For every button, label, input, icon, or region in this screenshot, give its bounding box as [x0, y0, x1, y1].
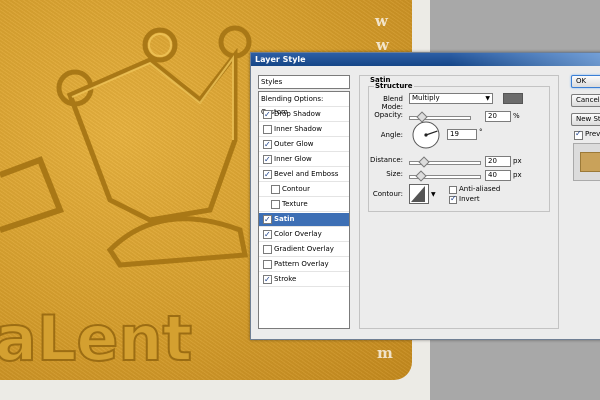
opacity-unit: % [513, 112, 520, 120]
style-item-checkbox[interactable] [271, 200, 280, 209]
ok-button[interactable]: OK [571, 75, 600, 88]
style-item[interactable]: Contour [259, 183, 349, 197]
style-item-checkbox[interactable] [263, 153, 272, 166]
size-unit: px [513, 171, 522, 179]
style-item-checkbox[interactable] [263, 260, 272, 269]
styles-header[interactable]: Styles [258, 75, 350, 89]
dialog-title: Layer Style [255, 55, 306, 64]
style-item-label: Inner Shadow [274, 125, 322, 133]
style-item-checkbox[interactable] [263, 273, 272, 286]
distance-unit: px [513, 157, 522, 165]
size-value: 40 [488, 171, 497, 179]
style-item[interactable]: Inner Shadow [259, 123, 349, 137]
invert-label: Invert [459, 195, 480, 203]
check-icon: ✓ [575, 129, 582, 138]
titlebar-glow [451, 53, 600, 66]
opacity-label: Opacity: [374, 111, 403, 119]
size-label: Size: [386, 170, 403, 178]
style-item-label: Satin [274, 215, 295, 223]
style-item-checkbox[interactable] [263, 138, 272, 151]
cancel-button[interactable]: Cancel [571, 94, 600, 107]
angle-label: Angle: [380, 131, 403, 139]
check-icon: ✓ [450, 194, 457, 203]
blend-color-swatch[interactable] [503, 93, 523, 104]
emboss-word: aLent [0, 302, 192, 375]
style-item-label: Drop Shadow [274, 110, 321, 118]
angle-input[interactable]: 19 [447, 129, 477, 140]
chevron-down-icon[interactable]: ▼ [431, 191, 436, 198]
blend-mode-value: Multiply [412, 94, 440, 102]
style-item[interactable]: Inner Glow [259, 153, 349, 167]
style-item-checkbox[interactable] [263, 108, 272, 121]
anti-aliased-label: Anti-aliased [459, 185, 501, 193]
style-item-checkbox[interactable] [263, 168, 272, 181]
satin-panel: Satin Structure Blend Mode: Multiply ▼ O… [359, 75, 559, 329]
size-input[interactable]: 40 [485, 170, 511, 181]
style-item-label: Outer Glow [274, 140, 314, 148]
style-item[interactable]: Bevel and Emboss [259, 168, 349, 182]
style-item-checkbox[interactable] [271, 185, 280, 194]
style-item-checkbox[interactable] [263, 213, 272, 226]
group-title: Structure [374, 82, 414, 90]
preview-checkbox[interactable]: ✓ [574, 129, 583, 140]
opacity-value: 20 [488, 112, 497, 120]
distance-slider-knob[interactable] [418, 156, 430, 168]
cancel-button-label: Cancel [576, 96, 600, 104]
ok-button-label: OK [576, 77, 587, 85]
chevron-down-icon: ▼ [485, 95, 490, 102]
contour-preview[interactable] [409, 184, 429, 204]
preview-label: Preview [585, 130, 600, 138]
style-item-label: Inner Glow [274, 155, 312, 163]
style-item[interactable]: Drop Shadow [259, 108, 349, 122]
invert-checkbox[interactable]: ✓ [449, 194, 457, 204]
new-style-button[interactable]: New Style... [571, 113, 600, 126]
style-item-label: Contour [282, 185, 310, 193]
styles-list: Blending Options: CustomDrop Shadow Inner… [258, 91, 350, 329]
new-style-button-label: New Style... [576, 115, 600, 123]
distance-label: Distance: [370, 156, 403, 164]
preview-thumbnail [573, 143, 600, 181]
watermark-letter: m [377, 344, 393, 362]
contour-label: Contour: [372, 190, 403, 198]
crown-base [106, 216, 249, 268]
layer-style-dialog: Layer Style Styles Blending Options: Cus… [250, 52, 600, 340]
style-item-label: Stroke [274, 275, 297, 283]
style-item-checkbox[interactable] [263, 245, 272, 254]
distance-value: 20 [488, 157, 497, 165]
style-item-checkbox[interactable] [263, 125, 272, 134]
style-item-checkbox[interactable] [263, 228, 272, 241]
watermark-letter: w [375, 12, 388, 30]
angle-unit: ° [479, 128, 483, 136]
style-item-label: Gradient Overlay [274, 245, 334, 253]
style-item[interactable]: Satin [259, 213, 349, 227]
style-item[interactable]: Stroke [259, 273, 349, 287]
opacity-input[interactable]: 20 [485, 111, 511, 122]
style-item[interactable]: Texture [259, 198, 349, 212]
style-item[interactable]: Blending Options: Custom [259, 93, 349, 116]
style-item[interactable]: Gradient Overlay [259, 243, 349, 257]
structure-group: Structure Blend Mode: Multiply ▼ Opacity… [368, 82, 550, 212]
style-item-label: Bevel and Emboss [274, 170, 339, 178]
preview-swatch [580, 152, 600, 172]
blend-mode-label: Blend Mode: [381, 95, 403, 111]
distance-input[interactable]: 20 [485, 156, 511, 167]
letter-x-fragment [0, 156, 64, 233]
style-item[interactable]: Color Overlay [259, 228, 349, 242]
angle-dial[interactable] [411, 120, 441, 150]
blend-mode-select[interactable]: Multiply ▼ [409, 93, 493, 104]
style-item[interactable]: Pattern Overlay [259, 258, 349, 272]
style-item-label: Color Overlay [274, 230, 322, 238]
anti-aliased-checkbox[interactable] [449, 186, 457, 194]
style-item-label: Pattern Overlay [274, 260, 329, 268]
angle-value: 19 [450, 130, 459, 138]
style-item-label: Texture [282, 200, 308, 208]
size-slider-knob[interactable] [415, 170, 427, 182]
style-item[interactable]: Outer Glow [259, 138, 349, 152]
crown-outline [56, 25, 252, 223]
